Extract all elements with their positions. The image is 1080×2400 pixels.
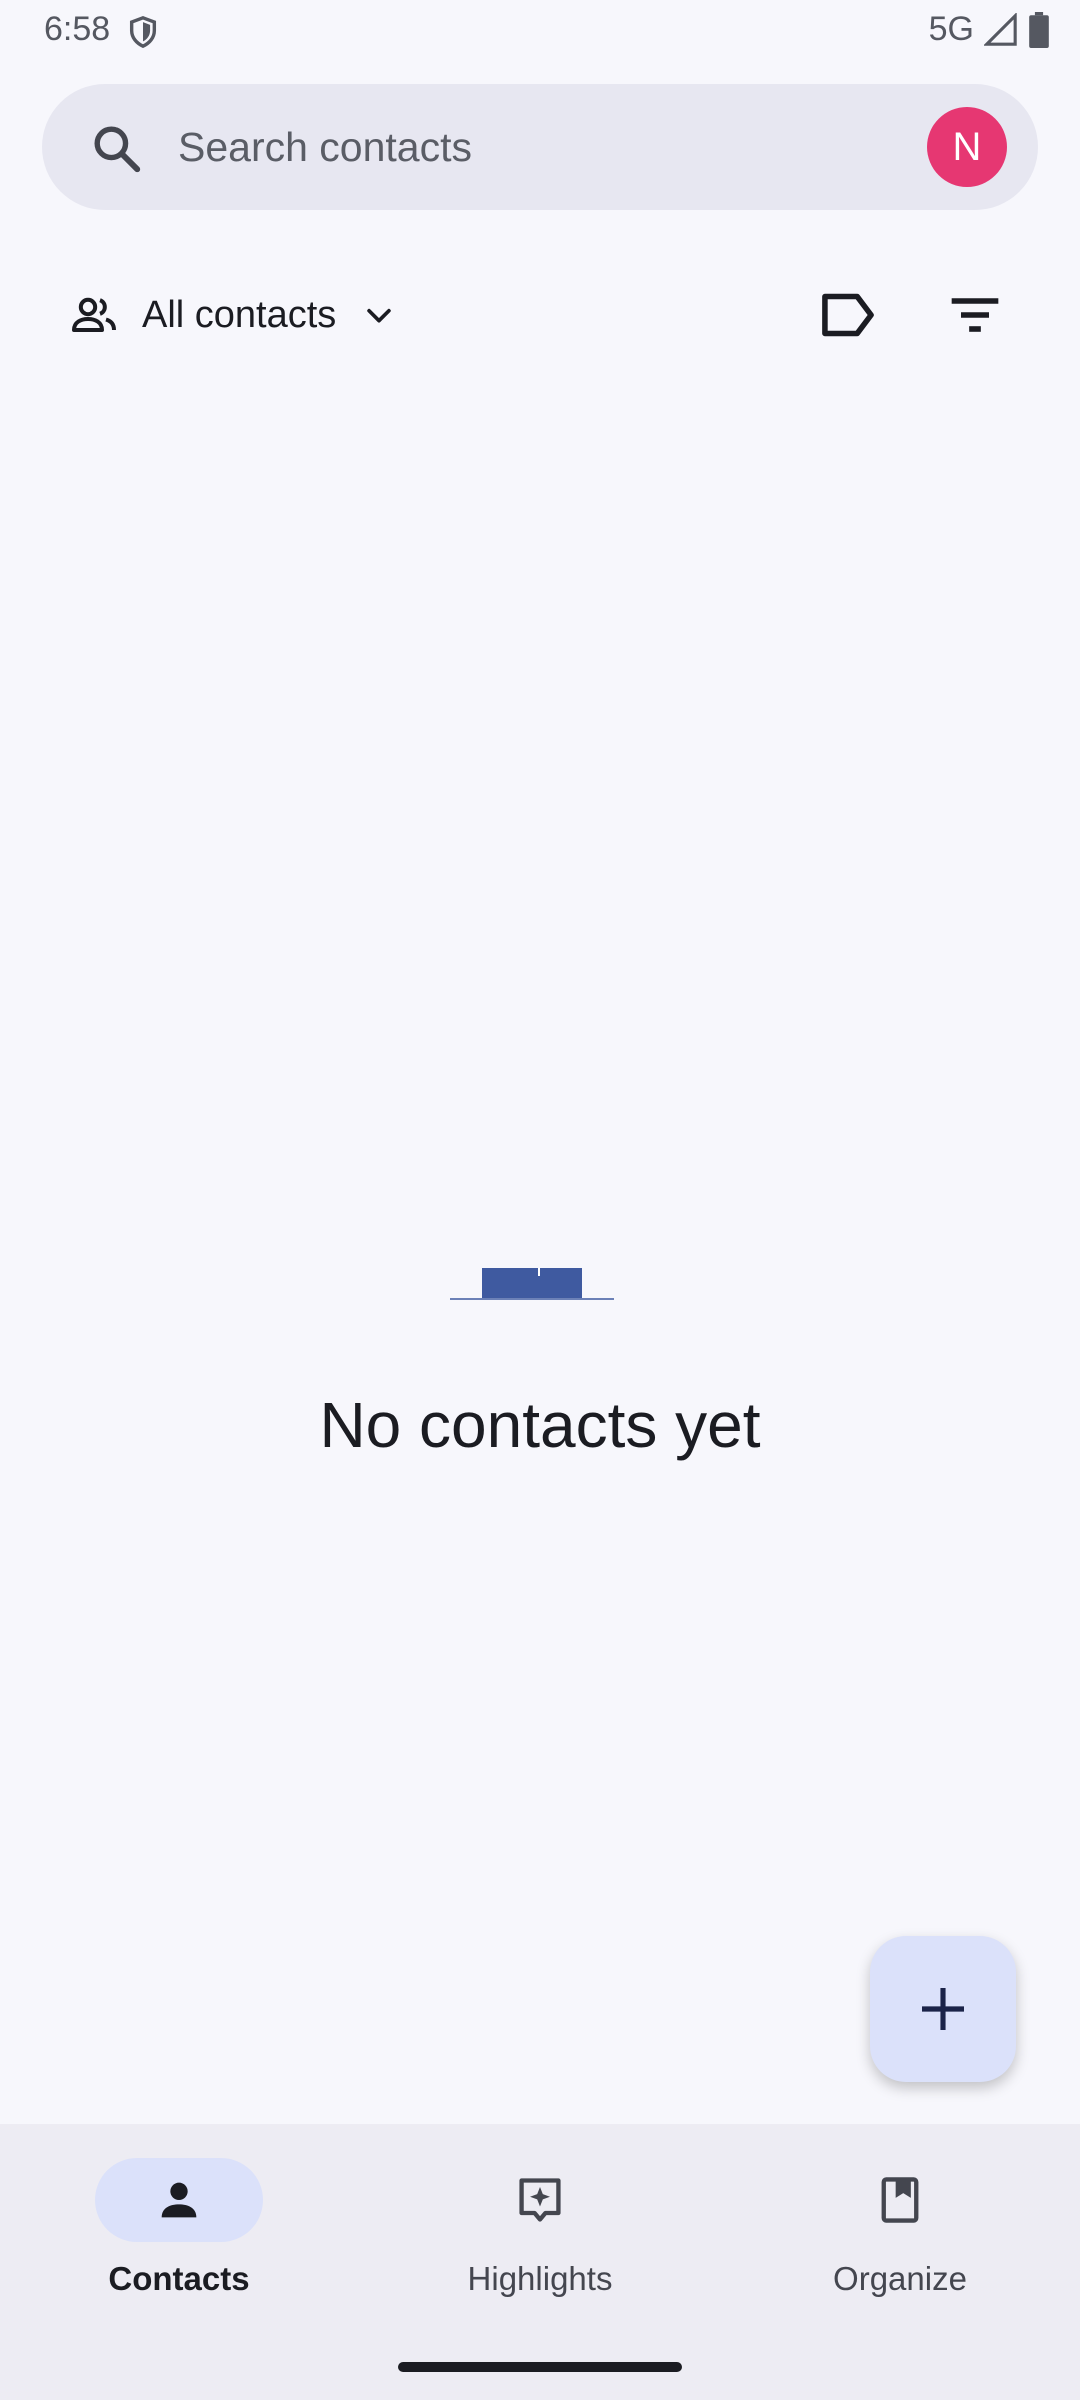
status-bar: 6:58 5G	[0, 0, 1080, 62]
nav-label-organize: Organize	[833, 2260, 967, 2297]
nav-pill-highlights	[456, 2158, 624, 2242]
dropdown-label: All contacts	[142, 293, 337, 336]
status-right-group: 5G	[929, 10, 1050, 49]
add-contact-button[interactable]	[870, 1936, 1016, 2082]
status-time: 6:58	[44, 10, 111, 48]
search-icon	[94, 126, 141, 173]
nav-item-contacts[interactable]: Contacts	[29, 2158, 329, 2308]
bookmark-icon	[881, 2177, 919, 2223]
nav-label-contacts: Contacts	[108, 2260, 250, 2297]
bottom-navigation: Contacts Highlights Organize	[0, 2124, 1080, 2400]
label-icon[interactable]	[818, 287, 878, 343]
search-bar[interactable]: Search contacts N	[42, 84, 1038, 210]
home-indicator[interactable]	[398, 2362, 682, 2372]
empty-state-illustration	[450, 1268, 614, 1300]
people-icon	[72, 297, 116, 332]
nav-item-highlights[interactable]: Highlights	[390, 2158, 690, 2308]
nav-pill-contacts	[95, 2158, 263, 2242]
shield-icon	[129, 16, 157, 49]
contacts-filter-dropdown[interactable]: All contacts	[70, 275, 396, 355]
account-avatar[interactable]: N	[927, 107, 1007, 187]
nav-pill-organize	[816, 2158, 984, 2242]
filter-icon[interactable]	[946, 287, 1004, 343]
signal-icon	[984, 12, 1017, 46]
plus-icon	[922, 1988, 964, 2030]
highlights-icon	[519, 2178, 561, 2222]
nav-label-highlights: Highlights	[467, 2260, 613, 2297]
network-type: 5G	[928, 10, 974, 48]
battery-icon	[1029, 11, 1049, 48]
chevron-down-icon	[367, 308, 392, 323]
search-input[interactable]: Search contacts	[178, 124, 472, 171]
nav-item-organize[interactable]: Organize	[750, 2158, 1050, 2308]
filter-row: All contacts	[0, 275, 1080, 355]
empty-state-title: No contacts yet	[319, 1389, 761, 1461]
person-icon	[161, 2182, 197, 2218]
